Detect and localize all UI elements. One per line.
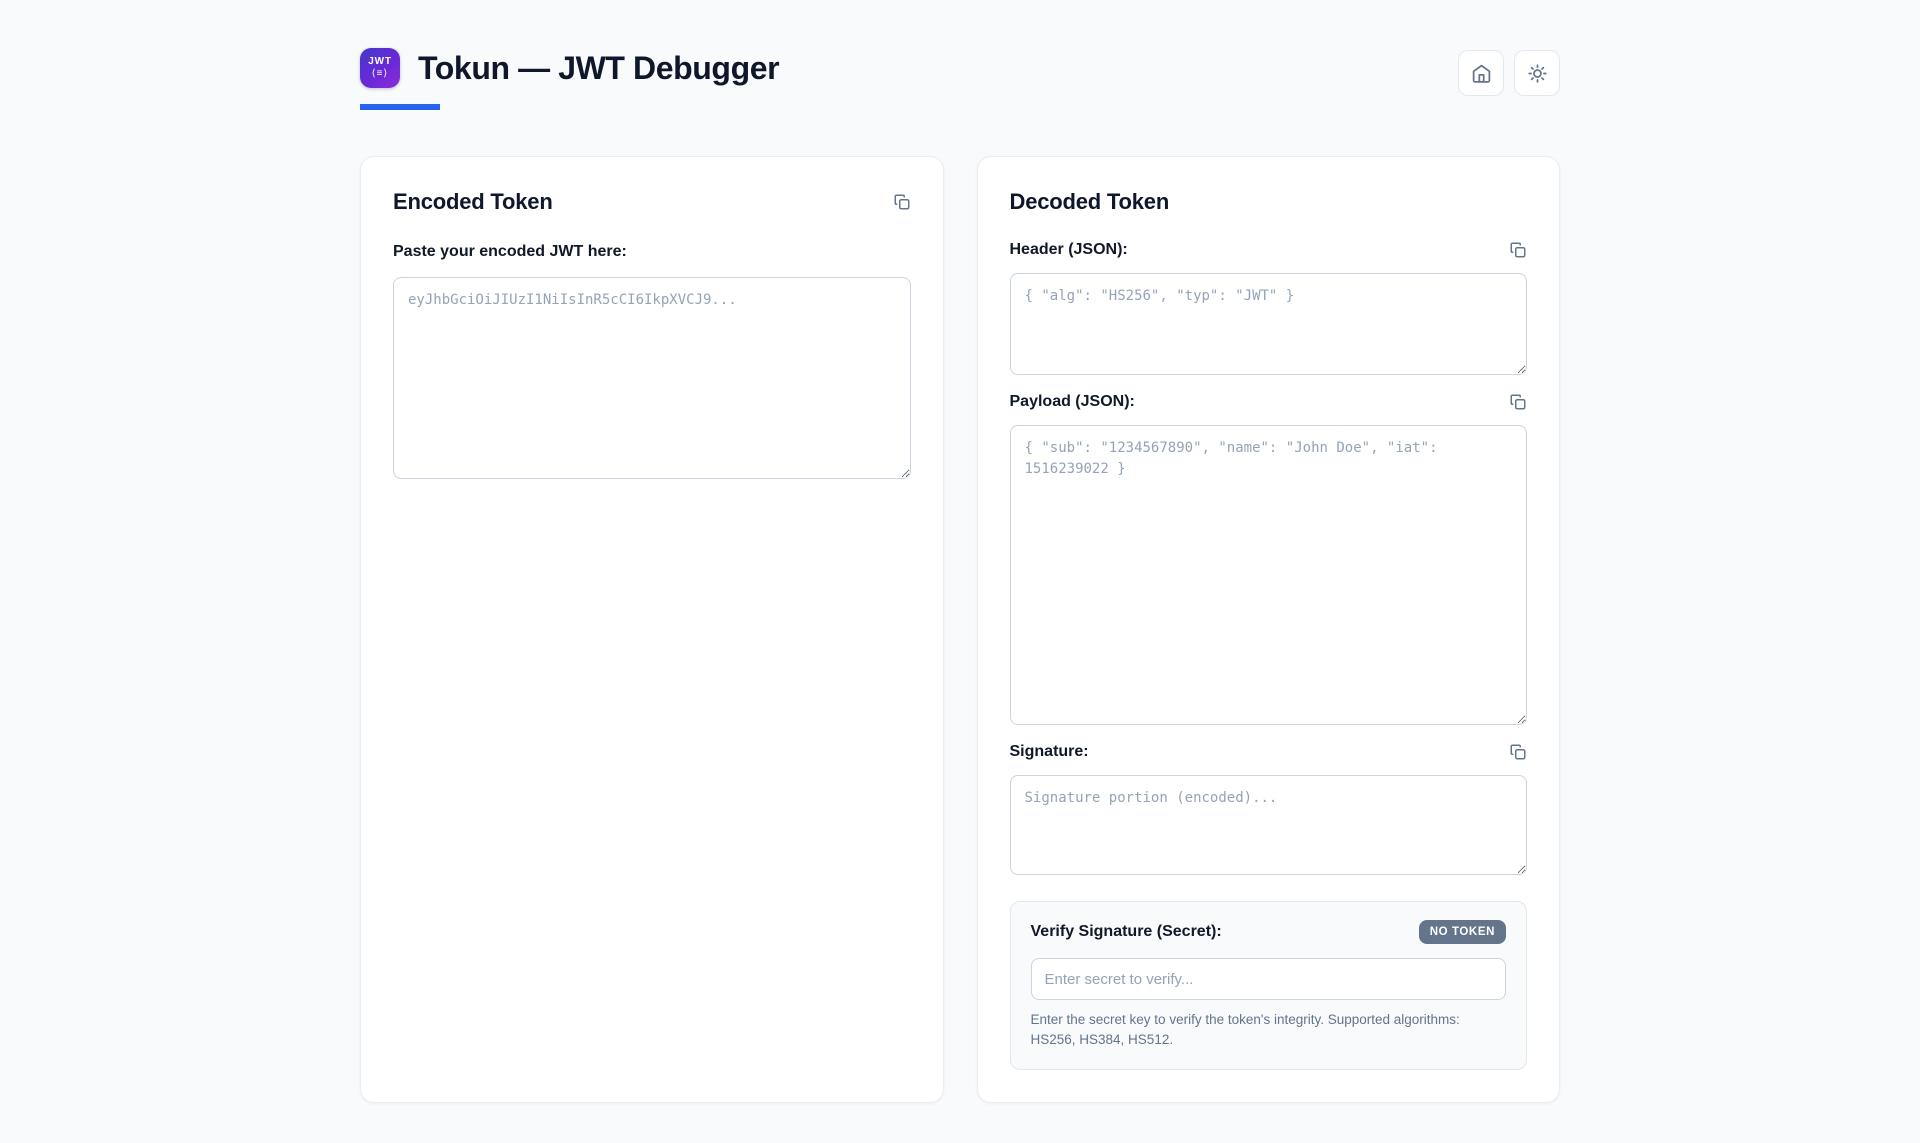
copy-header-button[interactable] [1509,241,1527,259]
verify-help-text: Enter the secret key to verify the token… [1030,1012,1460,1047]
logo-text: JWT [368,56,392,67]
theme-toggle-button[interactable] [1514,50,1560,96]
encoded-panel-title: Encoded Token [393,189,553,214]
main-content: Encoded Token Paste your encoded JWT her… [360,156,1560,1143]
page-title: Tokun — JWT Debugger [418,49,780,86]
encoded-token-panel: Encoded Token Paste your encoded JWT her… [360,156,944,1104]
encoded-input-label: Paste your encoded JWT here: [393,243,627,260]
verify-secret-label: Verify Signature (Secret): [1030,923,1222,940]
copy-icon [1509,241,1527,259]
signature-label: Signature: [1009,743,1089,760]
logo-glyph: ⟨≡⟩ [371,68,389,79]
copy-signature-button[interactable] [1509,743,1527,761]
decoded-token-panel: Decoded Token Header (JSON): Payload (JS… [976,156,1560,1104]
home-button[interactable] [1458,50,1504,96]
sun-icon [1527,63,1548,84]
signature-textarea[interactable] [1009,775,1527,875]
copy-icon [893,193,911,211]
copy-encoded-button[interactable] [893,193,911,211]
app-header: JWT ⟨≡⟩ Tokun — JWT Debugger [360,48,1560,110]
header-json-textarea[interactable] [1009,273,1527,375]
encoded-jwt-textarea[interactable] [393,277,911,479]
payload-json-label: Payload (JSON): [1009,393,1135,410]
app-logo: JWT ⟨≡⟩ [360,48,400,88]
header-actions [1458,50,1560,96]
payload-json-textarea[interactable] [1009,425,1527,725]
header-json-label: Header (JSON): [1009,241,1128,258]
copy-icon [1509,743,1527,761]
verification-status-badge: NO TOKEN [1418,920,1506,944]
page-container: JWT ⟨≡⟩ Tokun — JWT Debugger Encoded Tok… [360,0,1560,1143]
copy-icon [1509,393,1527,411]
verify-signature-box: Verify Signature (Secret): NO TOKEN Ente… [1009,901,1527,1071]
decoded-panel-title: Decoded Token [1009,189,1170,214]
secret-input[interactable] [1030,958,1506,1000]
copy-payload-button[interactable] [1509,393,1527,411]
home-icon [1471,63,1492,84]
accent-underline [360,104,440,110]
brand: JWT ⟨≡⟩ Tokun — JWT Debugger [360,48,780,110]
